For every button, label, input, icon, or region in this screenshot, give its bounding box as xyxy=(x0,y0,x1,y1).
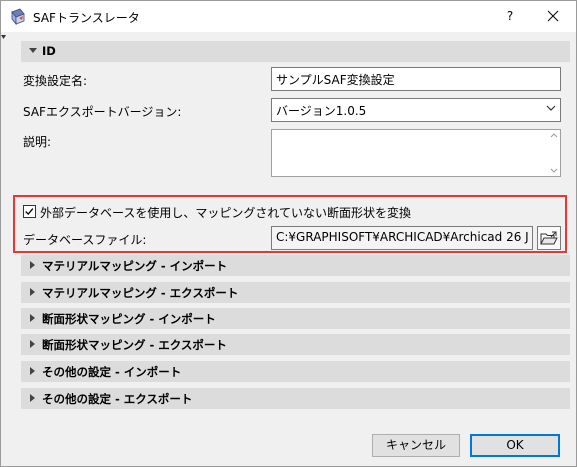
collapsed-arrow-icon xyxy=(30,394,35,402)
description-textarea[interactable] xyxy=(271,129,561,177)
cancel-button[interactable]: キャンセル xyxy=(372,434,460,457)
section-header-label: マテリアルマッピング - インポート xyxy=(42,259,228,273)
collapsed-arrow-icon xyxy=(30,367,35,375)
folder-open-icon xyxy=(540,231,558,245)
use-external-db-checkbox[interactable] xyxy=(23,205,36,218)
browse-button[interactable] xyxy=(537,226,561,250)
collapsed-arrow-icon xyxy=(30,314,35,322)
section-header-label: その他の設定 - インポート xyxy=(42,365,182,379)
setting-name-label: 変換設定名: xyxy=(23,74,88,88)
scroll-up-icon[interactable] xyxy=(550,133,558,138)
ok-button[interactable]: OK xyxy=(470,434,560,457)
collapsed-arrow-icon xyxy=(30,288,35,296)
saf-translator-dialog: SAFトランスレータ ? ID 変換設定名: サンプルSAF変換設定 SAFエク… xyxy=(0,0,577,467)
section-header-label: マテリアルマッピング - エクスポート xyxy=(42,286,239,300)
section-header-other-import[interactable]: その他の設定 - インポート xyxy=(21,361,570,382)
expanded-arrow-icon xyxy=(29,48,37,53)
setting-name-input[interactable]: サンプルSAF変換設定 xyxy=(271,67,561,91)
checkmark-icon xyxy=(25,208,34,215)
title-bar: SAFトランスレータ ? xyxy=(1,1,576,32)
section-header-label: その他の設定 - エクスポート xyxy=(42,392,193,406)
close-icon[interactable] xyxy=(532,3,574,29)
app-icon xyxy=(11,8,25,26)
description-label: 説明: xyxy=(23,135,52,149)
section-header-id[interactable]: ID xyxy=(21,41,570,62)
section-header-material-import[interactable]: マテリアルマッピング - インポート xyxy=(21,255,570,276)
section-header-label: 断面形状マッピング - インポート xyxy=(42,312,216,326)
export-version-select[interactable]: バージョン1.0.5 xyxy=(271,98,561,122)
window-title: SAFトランスレータ xyxy=(33,11,140,25)
database-file-label: データベースファイル: xyxy=(23,233,147,247)
help-button[interactable]: ? xyxy=(495,3,525,29)
section-header-label: ID xyxy=(42,44,56,58)
section-header-profile-import[interactable]: 断面形状マッピング - インポート xyxy=(21,308,570,329)
collapsed-arrow-icon xyxy=(30,340,35,348)
section-header-other-export[interactable]: その他の設定 - エクスポート xyxy=(21,388,570,409)
chevron-down-icon xyxy=(546,105,556,111)
collapsed-arrow-icon xyxy=(30,261,35,269)
section-header-label: 断面形状マッピング - エクスポート xyxy=(42,338,227,352)
export-version-value: バージョン1.0.5 xyxy=(276,104,367,118)
database-file-path[interactable]: C:¥GRAPHISOFT¥ARCHICAD¥Archicad 26 J xyxy=(271,226,533,250)
section-header-profile-export[interactable]: 断面形状マッピング - エクスポート xyxy=(21,334,570,355)
section-header-material-export[interactable]: マテリアルマッピング - エクスポート xyxy=(21,282,570,303)
resize-marker-icon xyxy=(1,35,6,39)
use-external-db-label[interactable]: 外部データベースを使用し、マッピングされていない断面形状を変換 xyxy=(40,204,411,221)
export-version-label: SAFエクスポートバージョン: xyxy=(23,105,182,119)
scroll-down-icon[interactable] xyxy=(550,168,558,173)
